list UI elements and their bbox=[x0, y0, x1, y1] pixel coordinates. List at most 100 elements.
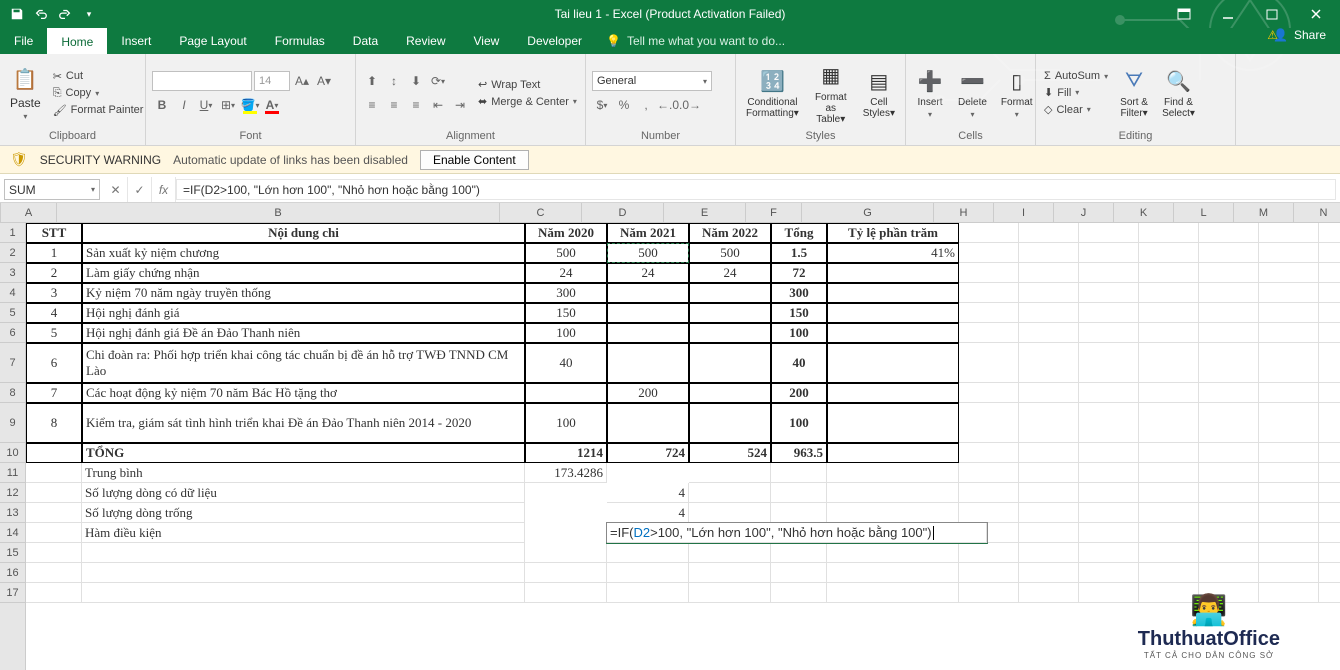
cell-K2[interactable] bbox=[1139, 243, 1199, 263]
row-header-6[interactable]: 6 bbox=[0, 323, 25, 343]
cell-A4[interactable]: 3 bbox=[26, 283, 82, 303]
underline-icon[interactable]: U▾ bbox=[196, 95, 216, 115]
cell-L4[interactable] bbox=[1199, 283, 1259, 303]
cell-A2[interactable]: 1 bbox=[26, 243, 82, 263]
redo-icon[interactable] bbox=[54, 3, 76, 25]
cell-J5[interactable] bbox=[1079, 303, 1139, 323]
cell-A17[interactable] bbox=[26, 583, 82, 603]
decrease-indent-icon[interactable]: ⇤ bbox=[428, 95, 448, 115]
cell-K4[interactable] bbox=[1139, 283, 1199, 303]
tab-home[interactable]: Home bbox=[47, 28, 107, 54]
tab-review[interactable]: Review bbox=[392, 28, 459, 54]
cell-K5[interactable] bbox=[1139, 303, 1199, 323]
cell-C17[interactable] bbox=[525, 583, 607, 603]
align-right-icon[interactable]: ≡ bbox=[406, 95, 426, 115]
cell-L9[interactable] bbox=[1199, 403, 1259, 443]
cell-N3[interactable] bbox=[1319, 263, 1340, 283]
cell-C1[interactable]: Năm 2020 bbox=[525, 223, 607, 243]
cell-F15[interactable] bbox=[771, 543, 827, 563]
row-header-17[interactable]: 17 bbox=[0, 583, 25, 603]
ribbon-options-icon[interactable] bbox=[1164, 2, 1204, 26]
find-select-button[interactable]: 🔍Find &Select▾ bbox=[1158, 65, 1199, 121]
row-header-10[interactable]: 10 bbox=[0, 443, 25, 463]
cell-C6[interactable]: 100 bbox=[525, 323, 607, 343]
cell-H9[interactable] bbox=[959, 403, 1019, 443]
cell-N7[interactable] bbox=[1319, 343, 1340, 383]
cell-L1[interactable] bbox=[1199, 223, 1259, 243]
cell-L10[interactable] bbox=[1199, 443, 1259, 463]
col-header-K[interactable]: K bbox=[1114, 203, 1174, 222]
cell-K12[interactable] bbox=[1139, 483, 1199, 503]
cell-L13[interactable] bbox=[1199, 503, 1259, 523]
cell-E7[interactable] bbox=[689, 343, 771, 383]
cell-G16[interactable] bbox=[827, 563, 959, 583]
cell-N8[interactable] bbox=[1319, 383, 1340, 403]
cell-B8[interactable]: Các hoạt động kỷ niệm 70 năm Bác Hồ tặng… bbox=[82, 383, 525, 403]
align-center-icon[interactable]: ≡ bbox=[384, 95, 404, 115]
cell-I13[interactable] bbox=[1019, 503, 1079, 523]
cell-M14[interactable] bbox=[1259, 523, 1319, 543]
cell-B4[interactable]: Kỷ niệm 70 năm ngày truyền thống bbox=[82, 283, 525, 303]
cell-A6[interactable]: 5 bbox=[26, 323, 82, 343]
cell-I15[interactable] bbox=[1019, 543, 1079, 563]
sort-filter-button[interactable]: ᗊSort &Filter▾ bbox=[1116, 65, 1152, 121]
cell-J15[interactable] bbox=[1079, 543, 1139, 563]
decrease-font-icon[interactable]: A▾ bbox=[314, 71, 334, 91]
cell-A5[interactable]: 4 bbox=[26, 303, 82, 323]
tell-me-search[interactable]: 💡Tell me what you want to do... bbox=[596, 28, 795, 54]
cell-K3[interactable] bbox=[1139, 263, 1199, 283]
cell-L11[interactable] bbox=[1199, 463, 1259, 483]
cell-F9[interactable]: 100 bbox=[771, 403, 827, 443]
cell-H13[interactable] bbox=[959, 503, 1019, 523]
cell-G13[interactable] bbox=[827, 503, 959, 523]
cell-I6[interactable] bbox=[1019, 323, 1079, 343]
cell-B5[interactable]: Hội nghị đánh giá bbox=[82, 303, 525, 323]
cell-F12[interactable] bbox=[771, 483, 827, 503]
cell-F10[interactable]: 963.5 bbox=[771, 443, 827, 463]
cell-J9[interactable] bbox=[1079, 403, 1139, 443]
cell-G5[interactable] bbox=[827, 303, 959, 323]
cell-H11[interactable] bbox=[959, 463, 1019, 483]
cell-F8[interactable]: 200 bbox=[771, 383, 827, 403]
cell-N2[interactable] bbox=[1319, 243, 1340, 263]
cell-N4[interactable] bbox=[1319, 283, 1340, 303]
cell-K14[interactable] bbox=[1139, 523, 1199, 543]
cell-A3[interactable]: 2 bbox=[26, 263, 82, 283]
cell-A13[interactable] bbox=[26, 503, 82, 523]
cell-G10[interactable] bbox=[827, 443, 959, 463]
cell-M16[interactable] bbox=[1259, 563, 1319, 583]
enter-formula-icon[interactable]: ✓ bbox=[128, 177, 152, 202]
cell-B15[interactable] bbox=[82, 543, 525, 563]
cell-H12[interactable] bbox=[959, 483, 1019, 503]
increase-decimal-icon[interactable]: ←.0 bbox=[658, 95, 678, 115]
comma-format-icon[interactable]: , bbox=[636, 95, 656, 115]
fx-icon[interactable]: fx bbox=[152, 177, 176, 202]
cell-E1[interactable]: Năm 2022 bbox=[689, 223, 771, 243]
cell-I2[interactable] bbox=[1019, 243, 1079, 263]
cell-E3[interactable]: 24 bbox=[689, 263, 771, 283]
clear-button[interactable]: ◇Clear▾ bbox=[1042, 102, 1110, 117]
col-header-E[interactable]: E bbox=[664, 203, 746, 222]
cell-E17[interactable] bbox=[689, 583, 771, 603]
row-header-15[interactable]: 15 bbox=[0, 543, 25, 563]
cell-D10[interactable]: 724 bbox=[607, 443, 689, 463]
cell-G9[interactable] bbox=[827, 403, 959, 443]
cell-C3[interactable]: 24 bbox=[525, 263, 607, 283]
cell-H3[interactable] bbox=[959, 263, 1019, 283]
cut-button[interactable]: ✂Cut bbox=[51, 69, 146, 84]
cell-A11[interactable] bbox=[26, 463, 82, 483]
align-bottom-icon[interactable]: ⬇ bbox=[406, 71, 426, 91]
cell-G4[interactable] bbox=[827, 283, 959, 303]
cell-I14[interactable] bbox=[1019, 523, 1079, 543]
cell-I17[interactable] bbox=[1019, 583, 1079, 603]
autosum-button[interactable]: ΣAutoSum▾ bbox=[1042, 69, 1110, 83]
align-middle-icon[interactable]: ↕ bbox=[384, 71, 404, 91]
col-header-M[interactable]: M bbox=[1234, 203, 1294, 222]
cell-B1[interactable]: Nội dung chi bbox=[82, 223, 525, 243]
cell-D14[interactable]: =IF(D2>100, "Lớn hơn 100", "Nhỏ hơn hoặc… bbox=[607, 523, 987, 543]
cell-E16[interactable] bbox=[689, 563, 771, 583]
cell-A15[interactable] bbox=[26, 543, 82, 563]
cell-B14[interactable]: Hàm điều kiện bbox=[82, 523, 525, 543]
cell-G8[interactable] bbox=[827, 383, 959, 403]
formula-input[interactable]: =IF(D2>100, "Lớn hơn 100", "Nhỏ hơn hoặc… bbox=[176, 179, 1336, 200]
